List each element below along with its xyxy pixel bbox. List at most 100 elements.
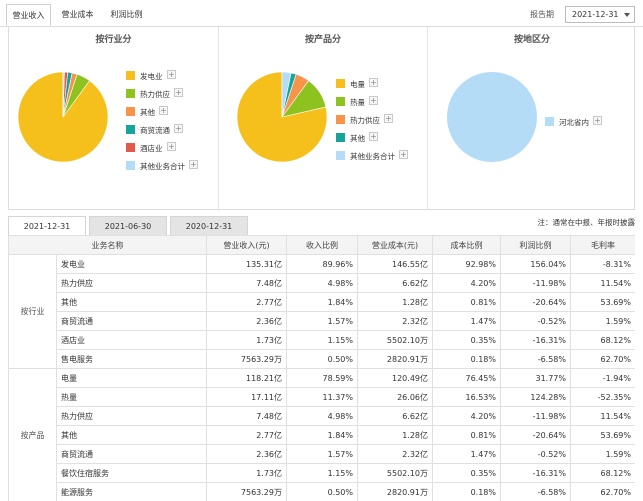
value-cell: 0.50% xyxy=(286,349,358,369)
value-cell: -6.58% xyxy=(500,349,571,369)
value-cell: 146.55亿 xyxy=(357,254,433,274)
header-revenue: 营业收入(元) xyxy=(206,235,287,255)
expand-plus-icon[interactable]: + xyxy=(159,106,168,115)
table-row: 酒店业 1.73亿 1.15% 5502.10万 0.35% -16.31% 68.12% xyxy=(9,330,635,350)
expand-plus-icon[interactable]: + xyxy=(369,78,378,87)
tab-profit-ratio[interactable]: 利润比例 xyxy=(104,4,149,26)
value-cell: 1.57% xyxy=(286,311,358,331)
value-cell: 5502.10万 xyxy=(357,330,433,350)
business-name-cell: 其他 xyxy=(56,425,207,445)
value-cell: 1.28亿 xyxy=(357,292,433,312)
legend-swatch xyxy=(545,117,554,126)
table-row: 商贸流通 2.36亿 1.57% 2.32亿 1.47% -0.52% 1.59% xyxy=(9,311,635,331)
panel-title: 按行业分 xyxy=(95,35,132,45)
value-cell: 5502.10万 xyxy=(357,463,433,483)
expand-plus-icon[interactable]: + xyxy=(593,116,602,125)
pie-chart-industry xyxy=(17,71,109,163)
value-cell: 4.98% xyxy=(286,273,358,293)
expand-plus-icon[interactable]: + xyxy=(384,114,393,123)
panel-title: 按地区分 xyxy=(513,35,550,45)
disclosure-note: 注：通常在中报、年报时披露 xyxy=(537,218,636,227)
value-cell: 62.70% xyxy=(570,349,635,369)
value-cell: 2.77亿 xyxy=(206,292,287,312)
business-name-cell: 其他 xyxy=(56,292,207,312)
value-cell: -20.64% xyxy=(500,425,571,445)
value-cell: 1.73亿 xyxy=(206,330,287,350)
value-cell: 135.31亿 xyxy=(206,254,287,274)
expand-plus-icon[interactable]: + xyxy=(174,88,183,97)
value-cell: 89.96% xyxy=(286,254,358,274)
legend-label: 商贸流通 xyxy=(140,126,170,135)
value-cell: -6.58% xyxy=(500,482,571,501)
value-cell: 4.98% xyxy=(286,406,358,426)
value-cell: 11.54% xyxy=(570,273,635,293)
legend-label: 热力供应 xyxy=(140,90,170,99)
period-select[interactable]: 2021-12-31 xyxy=(565,6,635,23)
panel-by-region: 按地区分 河北省内 + xyxy=(427,27,636,210)
business-name-cell: 商贸流通 xyxy=(56,444,207,464)
table-row: 其他 2.77亿 1.84% 1.28亿 0.81% -20.64% 53.69% xyxy=(9,292,635,312)
value-cell: 0.35% xyxy=(432,330,501,350)
value-cell: 0.81% xyxy=(432,425,501,445)
tab-period-0[interactable]: 2021-12-31 xyxy=(8,216,86,236)
legend-swatch xyxy=(126,71,135,80)
legend-label: 其他业务合计 xyxy=(140,162,185,171)
table-row: 热力供应 7.48亿 4.98% 6.62亿 4.20% -11.98% 11.54% xyxy=(9,406,635,426)
legend-swatch xyxy=(126,161,135,170)
legend-label: 热力供应 xyxy=(350,116,380,125)
expand-plus-icon[interactable]: + xyxy=(167,70,176,79)
legend-swatch xyxy=(126,125,135,134)
value-cell: 118.21亿 xyxy=(206,368,287,388)
value-cell: 76.45% xyxy=(432,368,501,388)
business-name-cell: 酒店业 xyxy=(56,330,207,350)
business-name-cell: 商贸流通 xyxy=(56,311,207,331)
revenue-table: 业务名称 营业收入(元) 收入比例 营业成本(元) 成本比例 利润比例 毛利率 … xyxy=(8,235,635,501)
expand-plus-icon[interactable]: + xyxy=(167,142,176,151)
revenue-table-wrap: 业务名称 营业收入(元) 收入比例 营业成本(元) 成本比例 利润比例 毛利率 … xyxy=(8,235,635,501)
value-cell: 1.59% xyxy=(570,444,635,464)
value-cell: 2.36亿 xyxy=(206,444,287,464)
value-cell: -8.31% xyxy=(570,254,635,274)
value-cell: 1.84% xyxy=(286,425,358,445)
legend-swatch xyxy=(336,79,345,88)
value-cell: 2820.91万 xyxy=(357,349,433,369)
pie-charts-area: 按行业分 发电业 + 热力供应 + 其他 + 商贸流通 + 酒店业 + 其他业务合计 + 按产品分 电… xyxy=(8,27,635,210)
value-cell: 0.18% xyxy=(432,349,501,369)
tab-period-1[interactable]: 2021-06-30 xyxy=(89,216,167,236)
pie-slice xyxy=(447,72,537,162)
value-cell: 68.12% xyxy=(570,463,635,483)
tab-period-2[interactable]: 2020-12-31 xyxy=(170,216,248,236)
tab-cost[interactable]: 营业成本 xyxy=(55,4,100,26)
value-cell: 1.47% xyxy=(432,444,501,464)
value-cell: 1.59% xyxy=(570,311,635,331)
value-cell: 7563.29万 xyxy=(206,349,287,369)
table-row: 其他 2.77亿 1.84% 1.28亿 0.81% -20.64% 53.69% xyxy=(9,425,635,445)
expand-plus-icon[interactable]: + xyxy=(399,150,408,159)
value-cell: -0.52% xyxy=(500,311,571,331)
value-cell: 78.59% xyxy=(286,368,358,388)
value-cell: 26.06亿 xyxy=(357,387,433,407)
value-cell: -20.64% xyxy=(500,292,571,312)
expand-plus-icon[interactable]: + xyxy=(369,96,378,105)
value-cell: 1.84% xyxy=(286,292,358,312)
panel-by-product: 按产品分 电量 + 热量 + 热力供应 + 其他 + 其他业务合计 + xyxy=(218,27,427,210)
table-row: 商贸流通 2.36亿 1.57% 2.32亿 1.47% -0.52% 1.59% xyxy=(9,444,635,464)
expand-plus-icon[interactable]: + xyxy=(189,160,198,169)
legend-swatch xyxy=(336,115,345,124)
header-profit-ratio: 利润比例 xyxy=(500,235,571,255)
value-cell: -16.31% xyxy=(500,463,571,483)
value-cell: 2.32亿 xyxy=(357,444,433,464)
table-row: 热力供应 7.48亿 4.98% 6.62亿 4.20% -11.98% 11.54% xyxy=(9,273,635,293)
tab-revenue[interactable]: 营业收入 xyxy=(6,4,51,26)
value-cell: 2.36亿 xyxy=(206,311,287,331)
value-cell: -11.98% xyxy=(500,406,571,426)
expand-plus-icon[interactable]: + xyxy=(369,132,378,141)
value-cell: 124.28% xyxy=(500,387,571,407)
value-cell: -0.52% xyxy=(500,444,571,464)
table-row: 售电服务 7563.29万 0.50% 2820.91万 0.18% -6.58% 62.7… xyxy=(9,349,635,369)
value-cell: 31.77% xyxy=(500,368,571,388)
header-gross-margin: 毛利率 xyxy=(570,235,635,255)
legend-label: 其他 xyxy=(350,134,365,143)
expand-plus-icon[interactable]: + xyxy=(174,124,183,133)
business-name-cell: 热力供应 xyxy=(56,273,207,293)
